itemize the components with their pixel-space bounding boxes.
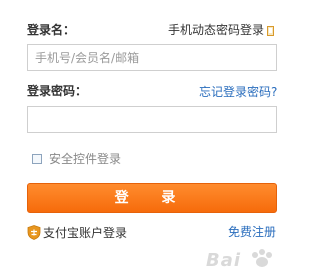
login-button[interactable]: 登 录 [27,183,277,213]
phone-login-link[interactable]: 手机动态密码登录 [168,23,275,37]
username-input[interactable]: 手机号/会员名/邮箱 [27,44,277,71]
password-label: 登录密码： [27,84,88,98]
username-placeholder: 手机号/会员名/邮箱 [35,51,140,65]
watermark-text: Bai [206,250,242,271]
alipay-login-link[interactable]: 支付宝账户登录 [43,226,127,240]
secure-control-checkbox[interactable] [32,154,42,164]
register-link[interactable]: 免费注册 [228,225,276,239]
forgot-password-link[interactable]: 忘记登录密码? [199,85,277,99]
alipay-shield-icon [27,225,41,240]
secure-control-label[interactable]: 安全控件登录 [49,152,121,166]
phone-icon [267,26,275,36]
username-label: 登录名： [27,23,76,37]
watermark: Bai [206,249,280,271]
login-button-label: 登 录 [114,190,190,206]
password-input[interactable] [27,106,277,133]
phone-login-label: 手机动态密码登录 [168,23,265,37]
paw-icon [252,249,273,267]
